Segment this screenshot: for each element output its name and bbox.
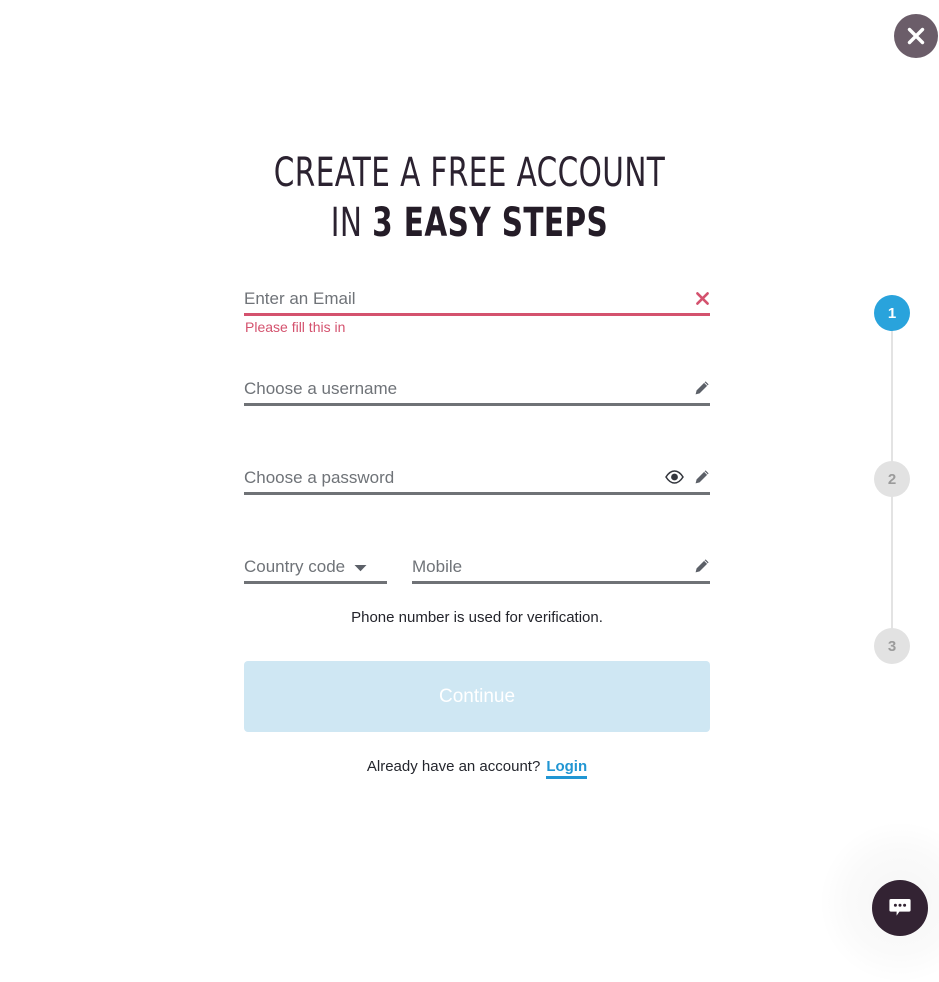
country-code-field-group: Country code — [244, 532, 387, 584]
chat-bubble-icon — [887, 894, 913, 923]
password-input[interactable] — [244, 468, 710, 488]
email-input[interactable] — [244, 289, 710, 309]
continue-button[interactable]: Continue — [244, 661, 710, 732]
password-field-icons — [665, 469, 710, 485]
username-field-icons — [694, 380, 710, 396]
step-indicator: 1 2 3 — [874, 295, 910, 665]
mobile-input[interactable] — [412, 557, 710, 577]
error-x-icon[interactable] — [695, 291, 710, 306]
phone-row: Country code — [244, 532, 710, 584]
login-prompt-text: Already have an account? — [366, 758, 541, 775]
mobile-field-underline — [412, 581, 710, 584]
eye-icon[interactable] — [665, 470, 684, 484]
page-title-line-2-light: IN — [330, 200, 373, 247]
country-code-field-underline — [244, 581, 387, 584]
login-link[interactable]: Login — [546, 758, 588, 779]
page-title: CREATE A FREE ACCOUNT IN 3 EASY STEPS — [0, 149, 939, 247]
login-prompt-row: Already have an account? Login — [244, 758, 710, 779]
mobile-field-icons — [694, 558, 710, 574]
email-field-group: Please fill this in — [244, 264, 710, 335]
country-code-selected-value: Country code — [244, 557, 346, 576]
password-field-underline — [244, 492, 710, 495]
step-indicator-3[interactable]: 3 — [874, 628, 910, 664]
email-error-message: Please fill this in — [245, 319, 346, 335]
username-input[interactable] — [244, 379, 710, 399]
chevron-down-icon — [354, 557, 367, 577]
pencil-icon[interactable] — [694, 380, 710, 396]
step-indicator-1[interactable]: 1 — [874, 295, 910, 331]
username-field-group — [244, 354, 710, 406]
page-title-line-1: CREATE A FREE ACCOUNT — [273, 150, 666, 197]
pencil-icon[interactable] — [694, 469, 710, 485]
close-icon — [905, 25, 927, 47]
close-dialog-button[interactable] — [894, 14, 938, 58]
email-field-icons — [695, 291, 710, 306]
chat-widget-button[interactable] — [872, 880, 928, 936]
page-title-line-2-bold: 3 EASY STEPS — [372, 200, 609, 247]
page-title-line-2: IN 3 EASY STEPS — [85, 199, 855, 247]
username-field-underline — [244, 403, 710, 406]
email-field-underline — [244, 313, 710, 316]
mobile-field-group — [412, 532, 710, 584]
phone-helper-text: Phone number is used for verification. — [351, 609, 603, 626]
step-indicator-2[interactable]: 2 — [874, 461, 910, 497]
pencil-icon[interactable] — [694, 558, 710, 574]
password-field-group — [244, 443, 710, 495]
country-code-select[interactable]: Country code — [244, 557, 367, 577]
